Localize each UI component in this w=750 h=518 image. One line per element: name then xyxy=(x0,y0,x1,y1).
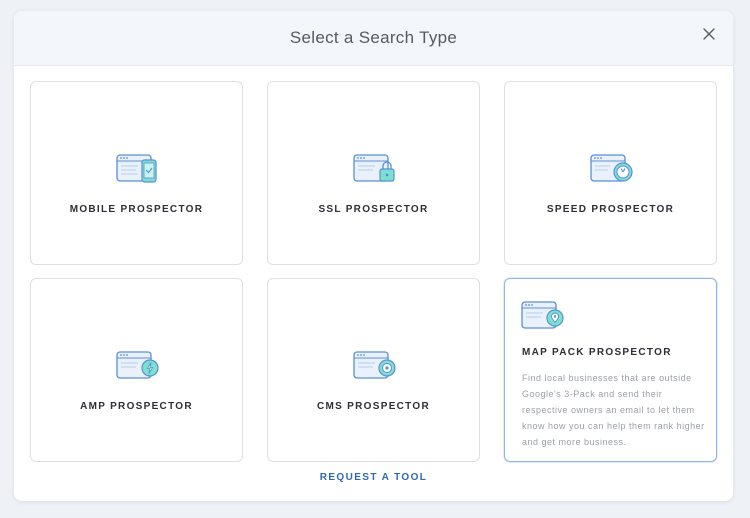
modal-header: Select a Search Type xyxy=(14,11,733,66)
tool-card-ssl-prospector[interactable]: SSL PROSPECTOR xyxy=(267,81,480,265)
tool-card-label: SPEED PROSPECTOR xyxy=(546,204,675,215)
tool-card-amp-prospector[interactable]: AMP PROSPECTOR xyxy=(30,278,243,462)
tool-card-mobile-prospector[interactable]: MOBILE PROSPECTOR xyxy=(30,81,243,265)
search-type-modal: Select a Search Type MOBILE PROSPECTOR S… xyxy=(14,11,733,501)
ssl-lock-browser-icon xyxy=(353,154,395,182)
speed-gauge-browser-icon xyxy=(590,154,633,182)
cms-gear-browser-icon xyxy=(353,351,396,379)
modal-title: Select a Search Type xyxy=(289,28,458,47)
tool-card-cms-prospector[interactable]: CMS PROSPECTOR xyxy=(267,278,480,462)
tool-card-speed-prospector[interactable]: SPEED PROSPECTOR xyxy=(504,81,717,265)
tool-card-label: MOBILE PROSPECTOR xyxy=(69,204,204,215)
tool-card-map-pack-prospector[interactable]: MAP PACK PROSPECTOR Find local businesse… xyxy=(504,278,717,462)
tool-card-label: CMS PROSPECTOR xyxy=(316,401,431,412)
request-tool-link[interactable]: REQUEST A TOOL xyxy=(14,472,733,483)
tool-card-label: SSL PROSPECTOR xyxy=(318,204,429,215)
close-icon xyxy=(703,28,715,40)
amp-bolt-browser-icon xyxy=(116,351,159,379)
tool-card-label: AMP PROSPECTOR xyxy=(80,401,193,412)
backdrop xyxy=(0,0,14,518)
tool-card-label: MAP PACK PROSPECTOR xyxy=(522,347,672,358)
map-pin-browser-icon xyxy=(521,301,564,329)
mobile-browser-icon xyxy=(116,154,157,183)
tool-card-description: Find local businesses that are outside G… xyxy=(522,373,705,447)
close-button[interactable] xyxy=(701,26,717,42)
